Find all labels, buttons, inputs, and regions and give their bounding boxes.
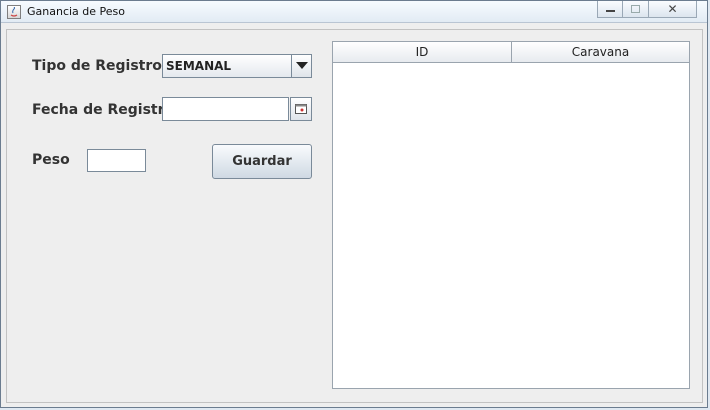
table-body[interactable] — [333, 63, 689, 388]
registros-table[interactable]: ID Caravana — [332, 41, 690, 389]
content-panel: Tipo de Registro SEMANAL Fecha de Regist… — [6, 29, 703, 403]
table-header: ID Caravana — [333, 42, 689, 63]
maximize-button[interactable] — [623, 1, 649, 18]
column-header-caravana[interactable]: Caravana — [511, 42, 689, 62]
window-controls: ✕ — [597, 1, 697, 19]
title-bar[interactable]: Ganancia de Peso ✕ — [1, 1, 707, 23]
tipo-registro-value: SEMANAL — [166, 59, 232, 73]
maximize-icon — [631, 5, 640, 13]
calendar-button[interactable] — [290, 97, 312, 121]
close-icon: ✕ — [667, 2, 678, 16]
main-window: Ganancia de Peso ✕ Tipo de Registro SEMA… — [0, 0, 708, 408]
peso-label: Peso — [32, 152, 70, 168]
minimize-icon — [606, 10, 615, 12]
guardar-button[interactable]: Guardar — [212, 144, 312, 179]
column-header-id[interactable]: ID — [333, 42, 511, 62]
minimize-button[interactable] — [597, 1, 623, 18]
fecha-registro-label: Fecha de Registro — [32, 102, 175, 118]
tipo-registro-label: Tipo de Registro — [32, 58, 162, 74]
tipo-registro-select[interactable]: SEMANAL — [162, 54, 312, 78]
fecha-registro-input[interactable] — [162, 97, 289, 121]
calendar-icon — [295, 104, 307, 114]
chevron-down-icon — [296, 62, 308, 69]
peso-input[interactable] — [87, 149, 146, 172]
window-title: Ganancia de Peso — [27, 5, 126, 18]
java-app-icon — [7, 5, 21, 19]
close-button[interactable]: ✕ — [649, 1, 697, 18]
dropdown-button[interactable] — [291, 55, 311, 77]
